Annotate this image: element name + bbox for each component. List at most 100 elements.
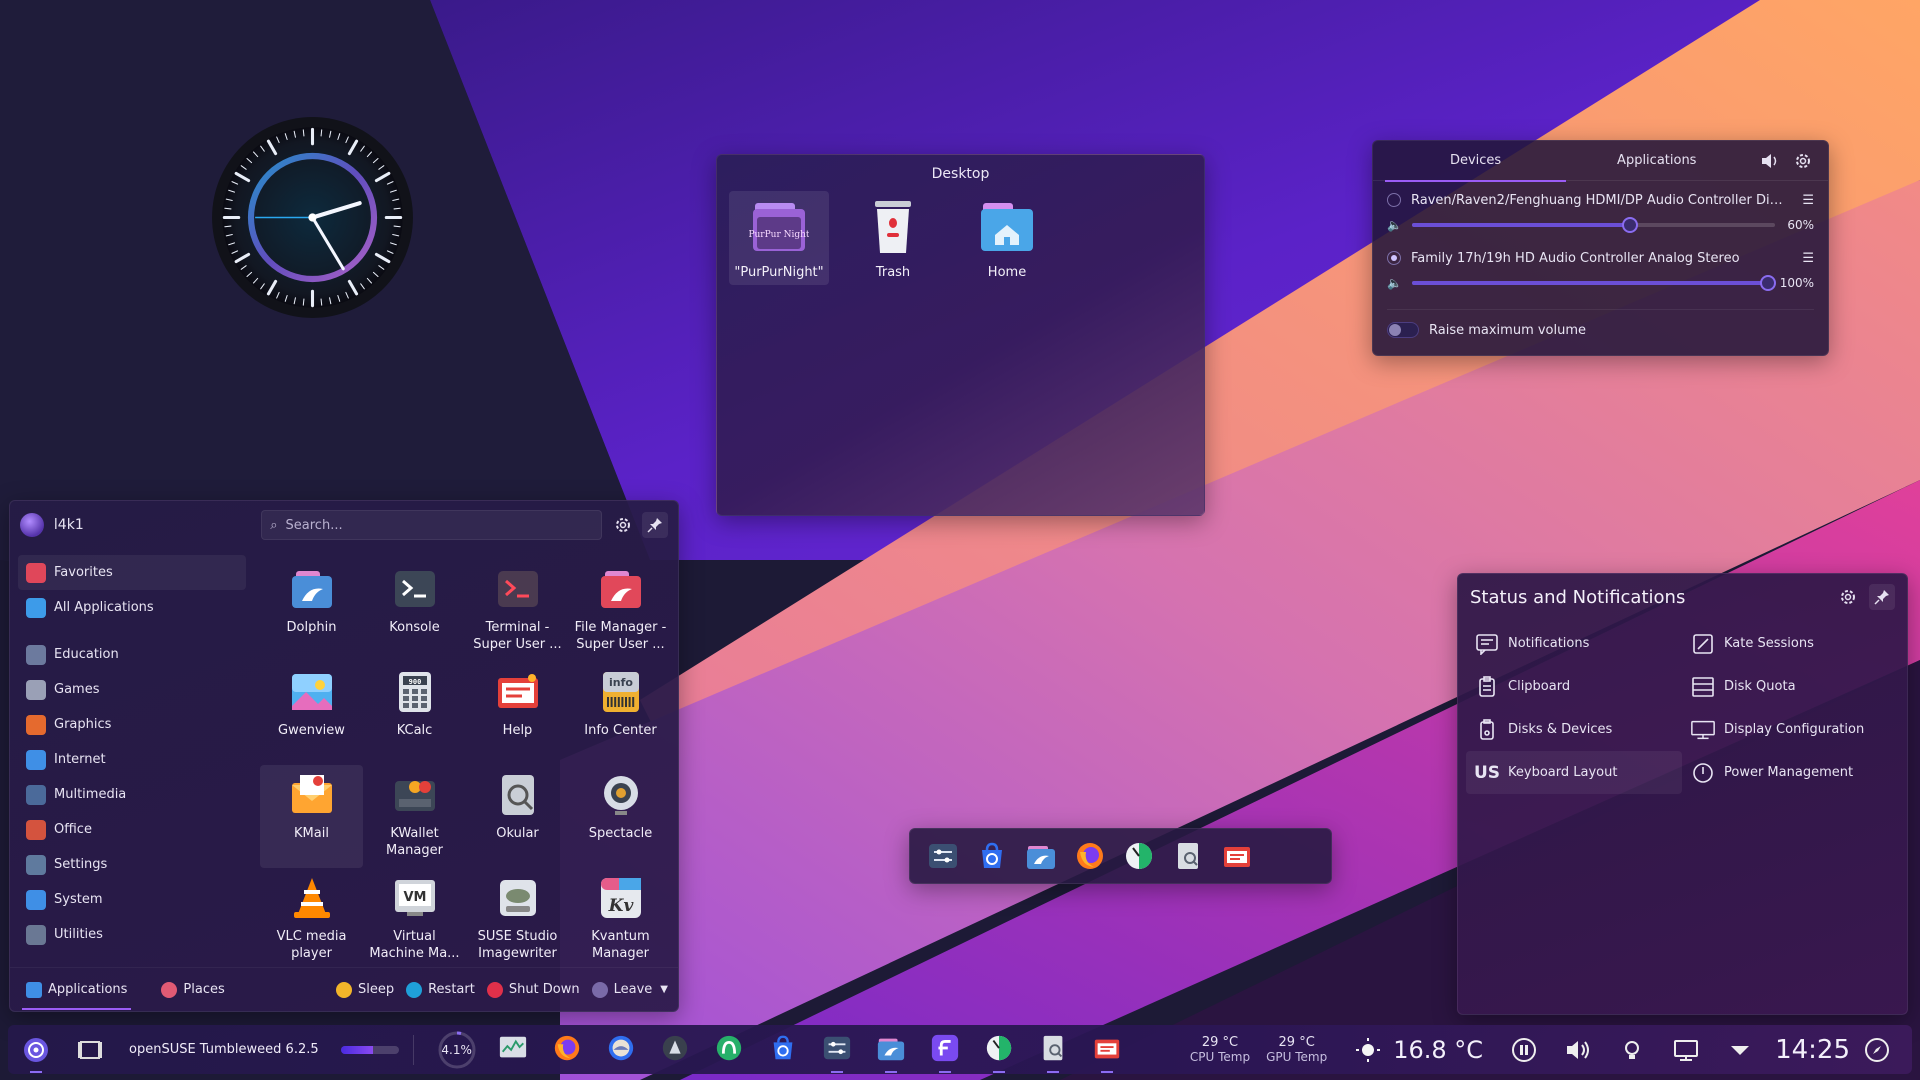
tab-places[interactable]: Places — [155, 968, 230, 1012]
dock-dolphin[interactable] — [1022, 837, 1060, 875]
app-kwallet[interactable]: KWallet Manager — [363, 765, 466, 868]
category-favorites[interactable]: Favorites — [18, 555, 246, 590]
dock-firefox[interactable] — [1071, 837, 1109, 875]
taskbar-system-monitor[interactable] — [493, 1030, 533, 1070]
taskbar-fedora[interactable] — [925, 1030, 965, 1073]
app-konsole[interactable]: Konsole — [363, 559, 466, 662]
device-radio[interactable] — [1387, 193, 1401, 207]
tray-expander[interactable] — [1720, 1030, 1760, 1070]
app-info-center[interactable]: info Info Center — [569, 662, 672, 765]
category-education[interactable]: Education — [18, 637, 246, 672]
gpu-temp-sensor[interactable]: 29 °C GPU Temp — [1266, 1035, 1327, 1065]
status-item-clipboard[interactable]: Clipboard — [1466, 665, 1682, 708]
cpu-load-monitor[interactable]: 4.1% — [435, 1030, 479, 1070]
desktop-item-purpurnight[interactable]: PurPur Night "PurPurNight" — [729, 191, 829, 285]
status-item-notifications[interactable]: Notifications — [1466, 622, 1682, 665]
gear-icon[interactable] — [1791, 148, 1816, 174]
app-okular[interactable]: Okular — [466, 765, 569, 868]
dock-speedometer[interactable] — [1120, 837, 1158, 875]
category-internet[interactable]: Internet — [18, 742, 246, 777]
volume-tray-button[interactable] — [1558, 1030, 1598, 1070]
taskbar-document-viewer[interactable] — [1033, 1030, 1073, 1073]
pin-icon[interactable] — [1869, 584, 1895, 610]
gear-icon[interactable] — [610, 512, 636, 538]
app-file-manager-root[interactable]: File Manager - Super User ... — [569, 559, 672, 662]
tab-applications[interactable]: Applications — [1566, 141, 1747, 181]
volume-slider[interactable] — [1411, 217, 1776, 233]
dock[interactable] — [909, 828, 1332, 884]
show-desktop-button[interactable] — [70, 1030, 110, 1070]
app-kcalc[interactable]: 900 KCalc — [363, 662, 466, 765]
app-gwenview[interactable]: Gwenview — [260, 662, 363, 765]
category-all-applications[interactable]: All Applications — [18, 590, 246, 625]
app-kvantum[interactable]: Kv Kvantum Manager — [569, 868, 672, 971]
device-radio[interactable] — [1387, 251, 1401, 265]
app-imagewriter[interactable]: SUSE Studio Imagewriter — [466, 868, 569, 971]
desktop-item-trash[interactable]: Trash — [843, 191, 943, 285]
media-player-button[interactable] — [1504, 1030, 1544, 1070]
application-launcher[interactable]: l4k1 ⌕ Search... Favorites All Applicatio… — [9, 500, 679, 1012]
search-input[interactable]: ⌕ Search... — [261, 510, 603, 540]
sleep-button[interactable]: Sleep — [335, 981, 394, 998]
category-multimedia[interactable]: Multimedia — [18, 777, 246, 812]
weather-widget[interactable]: 16.8 °C — [1355, 1030, 1483, 1070]
app-vlc[interactable]: VLC media player — [260, 868, 363, 971]
app-help[interactable]: Help — [466, 662, 569, 765]
avatar[interactable] — [20, 513, 44, 537]
taskbar-speedometer[interactable] — [979, 1030, 1019, 1073]
leave-button[interactable]: Leave ▼ — [591, 981, 668, 998]
status-item-disk-quota[interactable]: Disk Quota — [1682, 665, 1898, 708]
pin-icon[interactable] — [642, 512, 668, 538]
analog-clock-widget[interactable] — [210, 115, 415, 320]
taskbar[interactable]: openSUSE Tumbleweed 6.2.5 4.1% 29 °C CPU… — [8, 1025, 1912, 1074]
speaker-settings-icon[interactable] — [1757, 148, 1782, 174]
application-launcher-button[interactable] — [16, 1030, 56, 1073]
category-office[interactable]: Office — [18, 812, 246, 847]
category-games[interactable]: Games — [18, 672, 246, 707]
volume-icon[interactable]: 🔈 — [1387, 276, 1402, 290]
category-system[interactable]: System — [18, 882, 246, 917]
hamburger-menu-icon[interactable]: ☰ — [1802, 193, 1814, 208]
category-utilities[interactable]: Utilities — [18, 917, 246, 952]
category-settings[interactable]: Settings — [18, 847, 246, 882]
taskbar-firefox[interactable] — [547, 1030, 587, 1070]
cpu-temp-sensor[interactable]: 29 °C CPU Temp — [1190, 1035, 1250, 1065]
category-graphics[interactable]: Graphics — [18, 707, 246, 742]
status-item-keyboard-layout[interactable]: US Keyboard Layout — [1466, 751, 1682, 794]
raise-max-volume-toggle[interactable] — [1387, 322, 1419, 338]
shutdown-button[interactable]: Shut Down — [486, 981, 580, 998]
status-item-display-configuration[interactable]: Display Configuration — [1682, 708, 1898, 751]
taskbar-thunderbird[interactable] — [601, 1030, 641, 1070]
volume-icon[interactable]: 🔈 — [1387, 218, 1402, 232]
taskbar-dolphin[interactable] — [871, 1030, 911, 1073]
dock-document-viewer[interactable] — [1169, 837, 1207, 875]
app-virt-manager[interactable]: VM Virtual Machine Ma... — [363, 868, 466, 971]
taskbar-help-center[interactable] — [1087, 1030, 1127, 1073]
taskbar-mastodon[interactable] — [709, 1030, 749, 1070]
audio-volume-widget[interactable]: Devices Applications Raven/Raven2/Fenghu… — [1372, 140, 1829, 356]
dock-system-settings[interactable] — [924, 837, 962, 875]
status-and-notifications-panel[interactable]: Status and Notifications Notifications Ka… — [1457, 573, 1908, 1015]
status-item-kate-sessions[interactable]: Kate Sessions — [1682, 622, 1898, 665]
volume-slider[interactable] — [1411, 275, 1776, 291]
restart-button[interactable]: Restart — [406, 981, 475, 998]
hamburger-menu-icon[interactable]: ☰ — [1802, 251, 1814, 266]
app-kmail[interactable]: KMail — [260, 765, 363, 868]
desktop-item-home[interactable]: Home — [957, 191, 1057, 285]
digital-clock[interactable]: 14:25 — [1775, 1035, 1850, 1065]
status-item-disks-devices[interactable]: Disks & Devices — [1466, 708, 1682, 751]
compass-button[interactable] — [1857, 1030, 1897, 1070]
taskbar-krita[interactable] — [655, 1030, 695, 1070]
dock-discover[interactable] — [973, 837, 1011, 875]
gear-icon[interactable] — [1835, 584, 1861, 610]
tab-devices[interactable]: Devices — [1385, 141, 1567, 182]
tab-applications[interactable]: Applications — [20, 968, 133, 1012]
app-spectacle[interactable]: Spectacle — [569, 765, 672, 868]
night-color-button[interactable] — [1612, 1030, 1652, 1070]
app-terminal-root[interactable]: Terminal - Super User ... — [466, 559, 569, 662]
taskbar-discover-store[interactable] — [763, 1030, 803, 1070]
audio-device-2[interactable]: Family 17h/19h HD Audio Controller Analo… — [1373, 245, 1828, 295]
dock-help-center[interactable] — [1218, 837, 1256, 875]
status-item-power-management[interactable]: Power Management — [1682, 751, 1898, 794]
app-dolphin[interactable]: Dolphin — [260, 559, 363, 662]
